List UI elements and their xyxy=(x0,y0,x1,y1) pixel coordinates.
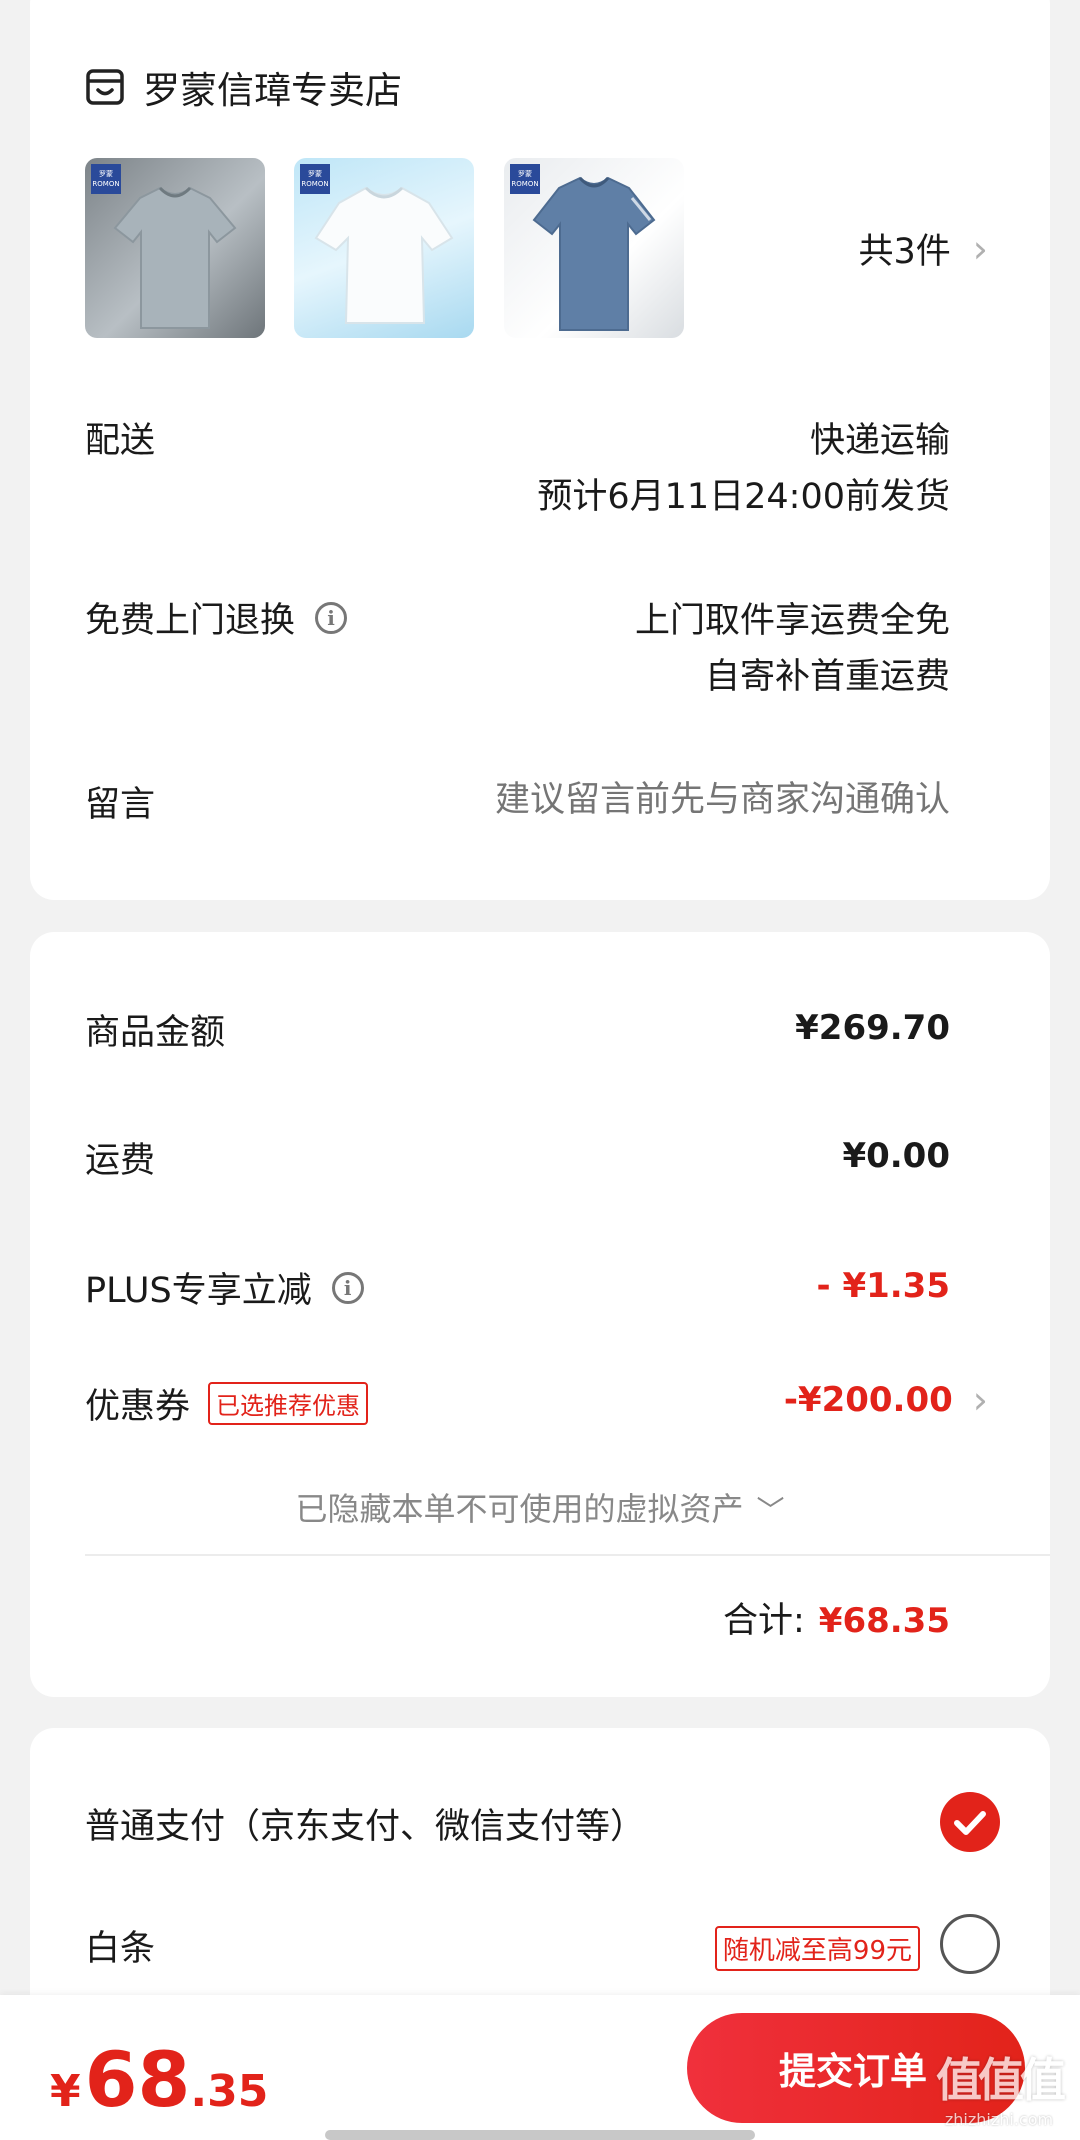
total-value: ¥68.35 xyxy=(818,1601,950,1641)
coupon-recommended-tag: 已选推荐优惠 xyxy=(208,1382,369,1425)
goods-amount-label: 商品金额 xyxy=(85,1013,226,1053)
home-indicator xyxy=(325,2130,755,2140)
plus-discount-value: - ¥1.35 xyxy=(816,1266,951,1306)
free-return-line2: 自寄补首重运费 xyxy=(704,657,950,697)
product-thumbnail[interactable]: 罗蒙 ROMON xyxy=(294,158,474,338)
payment-option-baitiao[interactable]: 白条 随机减至高99元 xyxy=(85,1914,1000,1974)
shipping-fee-label: 运费 xyxy=(85,1141,156,1181)
product-count-label: 共3件 xyxy=(858,232,951,272)
watermark: 值值值 zhizhizhi.com xyxy=(924,2044,1074,2129)
info-icon[interactable]: i xyxy=(331,1271,364,1304)
delivery-method: 快递运输 xyxy=(809,421,950,461)
bottom-bar: ¥ 68 .35 提交订单 xyxy=(0,1995,1080,2140)
payment-baitiao-label: 白条 xyxy=(85,1929,156,1969)
footer-price-dec: .35 xyxy=(190,2066,269,2117)
tshirt-image xyxy=(314,186,454,324)
watermark-domain: zhizhizhi.com xyxy=(944,2110,1054,2129)
chevron-right-icon: › xyxy=(972,226,988,271)
coupon-value-wrap: -¥200.00 › xyxy=(784,1378,988,1422)
shop-name: 罗蒙信璋专卖店 xyxy=(143,69,402,112)
checkmark-icon[interactable] xyxy=(940,1792,1000,1852)
total-row: 合计: ¥68.35 xyxy=(723,1592,950,1643)
coupon-row[interactable]: 优惠券 已选推荐优惠 -¥200.00 › xyxy=(85,1378,988,1428)
plus-discount-label: PLUS专享立减 xyxy=(85,1271,312,1311)
hidden-assets-text: 已隐藏本单不可使用的虚拟资产 xyxy=(295,1490,744,1528)
coupon-label: 优惠券 xyxy=(85,1387,191,1427)
free-return-label-wrap: 免费上门退换 i xyxy=(85,592,348,643)
free-return-row[interactable]: 免费上门退换 i 上门取件享运费全免 自寄补首重运费 xyxy=(85,592,950,702)
footer-price-int: 68 xyxy=(84,2035,191,2124)
free-return-line1: 上门取件享运费全免 xyxy=(634,601,950,641)
plus-discount-label-wrap: PLUS专享立减 i xyxy=(85,1262,364,1313)
info-icon[interactable]: i xyxy=(315,601,348,634)
delivery-row[interactable]: 配送 快递运输 预计6月11日24:00前发货 xyxy=(85,412,950,522)
tshirt-image xyxy=(532,176,656,331)
price-summary-card: 商品金额 ¥269.70 运费 ¥0.00 PLUS专享立减 i - ¥1.35… xyxy=(30,932,1050,1697)
payment-normal-label: 普通支付（京东支付、微信支付等） xyxy=(85,1807,646,1847)
total-label: 合计: xyxy=(723,1601,805,1641)
footer-currency: ¥ xyxy=(50,2066,81,2117)
message-label: 留言 xyxy=(85,785,156,825)
hidden-assets-toggle[interactable]: 已隐藏本单不可使用的虚拟资产 ﹀ xyxy=(30,1484,1050,1530)
footer-price: ¥ 68 .35 xyxy=(50,2035,268,2124)
product-thumbnail[interactable]: 罗蒙 ROMON xyxy=(85,158,265,338)
delivery-label: 配送 xyxy=(85,421,156,461)
goods-amount-value: ¥269.70 xyxy=(795,1008,950,1048)
payment-option-normal[interactable]: 普通支付（京东支付、微信支付等） xyxy=(85,1792,1000,1852)
chevron-down-icon: ﹀ xyxy=(756,1494,785,1527)
coupon-value: -¥200.00 xyxy=(783,1380,953,1420)
summary-divider xyxy=(85,1554,1050,1556)
baitiao-promo-tag: 随机减至高99元 xyxy=(714,1926,920,1971)
order-info-card: 罗蒙信璋专卖店 罗蒙 ROMON 罗蒙 ROMON 罗蒙 ROMON 共3件 ›… xyxy=(30,0,1050,900)
message-row: 留言 xyxy=(85,776,950,826)
message-input[interactable] xyxy=(390,776,950,824)
free-return-label: 免费上门退换 xyxy=(85,601,296,641)
store-icon xyxy=(85,67,125,107)
radio-unchecked-icon[interactable] xyxy=(940,1914,1000,1974)
shipping-fee-value: ¥0.00 xyxy=(842,1136,950,1176)
tshirt-image xyxy=(113,186,237,329)
coupon-label-wrap: 优惠券 已选推荐优惠 xyxy=(85,1378,369,1429)
chevron-right-icon: › xyxy=(972,1378,988,1422)
watermark-logo: 值值值 xyxy=(936,2053,1066,2107)
product-count[interactable]: 共3件 › xyxy=(859,223,988,274)
product-thumbnail[interactable]: 罗蒙 ROMON xyxy=(504,158,684,338)
delivery-estimate: 预计6月11日24:00前发货 xyxy=(537,477,950,517)
shop-header[interactable]: 罗蒙信璋专卖店 xyxy=(85,62,402,112)
